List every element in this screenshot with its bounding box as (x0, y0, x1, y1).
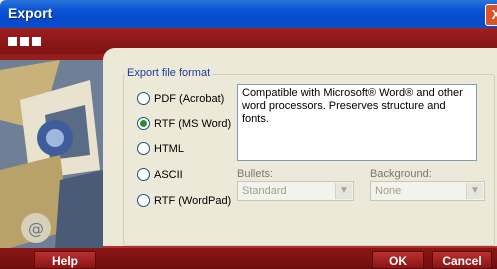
chevron-down-icon[interactable]: ▼ (466, 183, 483, 199)
radio-label: RTF (MS Word) (154, 117, 232, 130)
format-description: Compatible with Microsoft® Word® and oth… (237, 84, 477, 161)
radio-rtf-wordpad[interactable]: RTF (WordPad) (137, 194, 231, 207)
decorative-artwork: @ (0, 60, 103, 248)
radio-label: RTF (WordPad) (154, 194, 232, 207)
bullets-value: Standard (242, 185, 287, 197)
cancel-button[interactable]: Cancel (432, 251, 492, 269)
radio-pdf[interactable]: PDF (Acrobat) (137, 92, 224, 105)
radio-button[interactable] (137, 117, 150, 130)
radio-button[interactable] (137, 92, 150, 105)
help-button[interactable]: Help (34, 251, 96, 269)
radio-rtf-msword[interactable]: RTF (MS Word) (137, 117, 231, 130)
radio-button[interactable] (137, 168, 150, 181)
background-label: Background: (370, 168, 432, 180)
bullets-select[interactable]: Standard ▼ (237, 181, 354, 201)
radio-button[interactable] (137, 142, 150, 155)
bullets-label: Bullets: (237, 168, 274, 180)
close-button[interactable]: X (485, 4, 497, 26)
radio-label: PDF (Acrobat) (154, 92, 225, 105)
chevron-down-icon[interactable]: ▼ (335, 183, 352, 199)
radio-html[interactable]: HTML (137, 142, 184, 155)
radio-ascii[interactable]: ASCII (137, 168, 183, 181)
title-bar: Export X (0, 0, 497, 28)
square-icon (32, 37, 41, 46)
square-icon (8, 37, 17, 46)
radio-label: HTML (154, 142, 184, 155)
background-select[interactable]: None ▼ (370, 181, 485, 201)
radio-label: ASCII (154, 168, 183, 181)
background-value: None (375, 185, 402, 197)
decorative-squares (8, 33, 44, 51)
ok-button[interactable]: OK (372, 251, 424, 269)
svg-text:@: @ (28, 219, 44, 238)
export-format-legend: Export file format (125, 67, 213, 79)
square-icon (20, 37, 29, 46)
export-dialog: Export X @ Export file format PDF (Acrob… (0, 0, 497, 269)
window-title: Export (8, 5, 53, 21)
abstract-shapes-icon: @ (0, 60, 103, 248)
radio-button[interactable] (137, 194, 150, 207)
